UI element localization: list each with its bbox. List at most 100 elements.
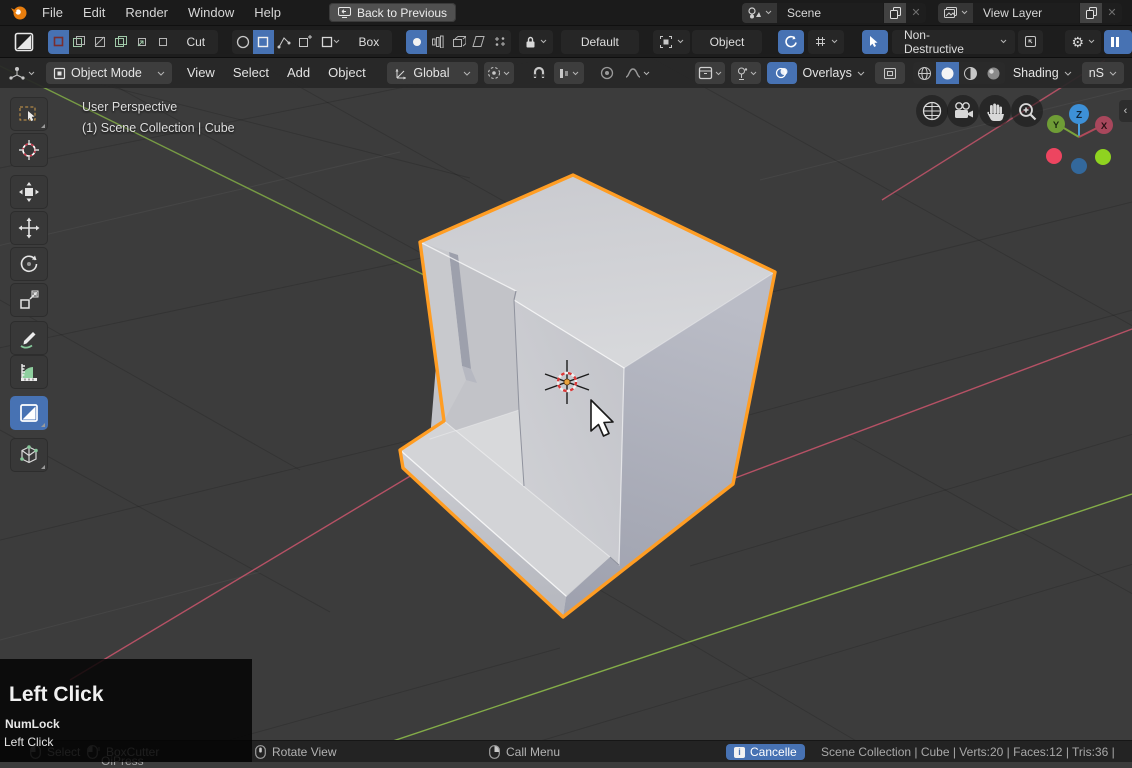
ngon-shape-button[interactable] (274, 30, 295, 54)
boolean-mode-label[interactable]: Cut (173, 35, 218, 49)
snap-grid-button[interactable] (490, 30, 511, 54)
menu-file[interactable]: File (32, 0, 73, 26)
addon-dropdown[interactable]: nS (1082, 62, 1124, 84)
snap-toggle[interactable] (524, 62, 554, 84)
behavior-value[interactable]: Object (692, 30, 762, 54)
pipeline-dropdown[interactable]: Non-Destructive (892, 30, 1015, 54)
union-mode-button[interactable] (69, 30, 90, 54)
mode-label: Object Mode (71, 66, 142, 80)
shading-label[interactable]: Shading (1013, 66, 1059, 80)
remove-view-layer-button[interactable]: ✕ (1102, 3, 1122, 23)
solid-shading-button[interactable] (936, 62, 959, 84)
menu-add[interactable]: Add (278, 58, 319, 88)
snap-settings-dropdown[interactable] (554, 62, 584, 84)
tool-scale[interactable] (10, 283, 48, 317)
transform-orientation-dropdown[interactable]: Global (387, 62, 477, 84)
menu-object[interactable]: Object (319, 58, 375, 88)
wireframe-shading-button[interactable] (913, 62, 936, 84)
inset-mode-button[interactable] (111, 30, 132, 54)
cursor-snap-toggle[interactable] (862, 30, 888, 54)
slice-mode-button[interactable] (90, 30, 111, 54)
origin-center-button[interactable] (406, 30, 427, 54)
rotate-icon (784, 35, 797, 48)
custom-shape-button[interactable] (295, 30, 316, 54)
menu-help[interactable]: Help (244, 0, 291, 26)
grid-icon (814, 35, 827, 48)
overlays-toggle[interactable] (767, 62, 797, 84)
knife-mode-button[interactable] (132, 30, 153, 54)
tool-boxcutter[interactable] (10, 396, 48, 430)
mode-dropdown[interactable]: Object Mode (46, 62, 172, 84)
new-view-layer-button[interactable] (1079, 3, 1102, 23)
chevron-down-icon[interactable] (857, 71, 865, 76)
menu-view[interactable]: View (178, 58, 224, 88)
overlays-label[interactable]: Overlays (803, 66, 852, 80)
object-type-visibility-dropdown[interactable] (695, 62, 725, 84)
scene-browse-button[interactable] (742, 3, 777, 23)
view-layer-browse-button[interactable] (938, 3, 973, 23)
sidebar-toggle[interactable]: ‹ (1119, 100, 1132, 122)
zoom-view-button[interactable] (1011, 95, 1043, 127)
menu-select[interactable]: Select (224, 58, 278, 88)
tool-annotate[interactable] (10, 321, 48, 355)
status-select-hint: Select (30, 745, 80, 759)
tool-cursor[interactable] (10, 133, 48, 167)
circle-shape-button[interactable] (232, 30, 253, 54)
back-to-previous-button[interactable]: Back to Previous (329, 3, 456, 22)
show-gizmo-dropdown[interactable] (731, 62, 761, 84)
scene-name-field[interactable]: Scene (777, 3, 883, 23)
tool-measure[interactable] (10, 355, 48, 389)
settings-dropdown[interactable]: ⚙ (1065, 30, 1101, 54)
chevron-down-icon (540, 39, 547, 44)
new-scene-button[interactable] (883, 3, 906, 23)
cancel-button[interactable]: i Cancelle (726, 744, 805, 760)
menu-window[interactable]: Window (178, 0, 244, 26)
orbit-grid-button[interactable] (916, 95, 948, 127)
magnifier-plus-icon (1015, 99, 1039, 123)
tool-rotate[interactable] (10, 247, 48, 281)
behavior-dropdown[interactable] (653, 30, 690, 54)
material-preview-button[interactable] (959, 62, 982, 84)
box-shape-button[interactable] (253, 30, 274, 54)
menu-edit[interactable]: Edit (73, 0, 115, 26)
chevron-down-icon (715, 71, 722, 76)
tool-cube-add[interactable] (10, 438, 48, 472)
lock-dropdown[interactable] (519, 30, 553, 54)
chevron-down-icon (1109, 71, 1117, 76)
tool-select-box[interactable] (10, 97, 48, 131)
pause-toggle-button[interactable] (1104, 30, 1132, 54)
bevel-button[interactable] (469, 30, 490, 54)
tool-move[interactable] (10, 211, 48, 245)
proportional-editing-toggle[interactable] (592, 62, 622, 84)
apply-box-button[interactable] (1018, 30, 1044, 54)
chevron-down-icon (157, 71, 165, 76)
shape-dropdown[interactable] (316, 30, 346, 54)
cut-mode-button[interactable] (48, 30, 69, 54)
proportional-falloff-dropdown[interactable] (622, 62, 653, 84)
array-button[interactable] (427, 30, 448, 54)
xray-toggle[interactable] (875, 62, 905, 84)
tool-transform[interactable] (10, 175, 48, 209)
rendered-shading-button[interactable] (982, 62, 1005, 84)
menu-render[interactable]: Render (115, 0, 178, 26)
camera-view-button[interactable] (947, 95, 979, 127)
chevron-down-icon (831, 39, 838, 44)
chevron-down-icon (1000, 39, 1007, 44)
solidify-button[interactable] (448, 30, 469, 54)
unlink-scene-button[interactable]: ✕ (906, 3, 926, 23)
boxcutter-tool-icon[interactable] (12, 30, 36, 54)
view-layer-name-field[interactable]: View Layer (973, 3, 1079, 23)
pivot-point-dropdown[interactable] (484, 62, 514, 84)
operation-preset[interactable]: Default (561, 30, 639, 54)
chevron-down-icon[interactable] (1064, 71, 1072, 76)
measure-icon (18, 361, 40, 383)
gizmo-neg-z-ball (1071, 158, 1087, 174)
extract-mode-button[interactable] (153, 30, 174, 54)
mirror-toggle-button[interactable] (778, 30, 804, 54)
grid-settings-dropdown[interactable] (808, 30, 844, 54)
snap-target-icon (558, 67, 570, 80)
blender-logo-icon[interactable] (10, 5, 28, 21)
pan-view-button[interactable] (979, 95, 1011, 127)
editor-type-dropdown[interactable] (6, 62, 38, 84)
shape-label[interactable]: Box (346, 35, 393, 49)
